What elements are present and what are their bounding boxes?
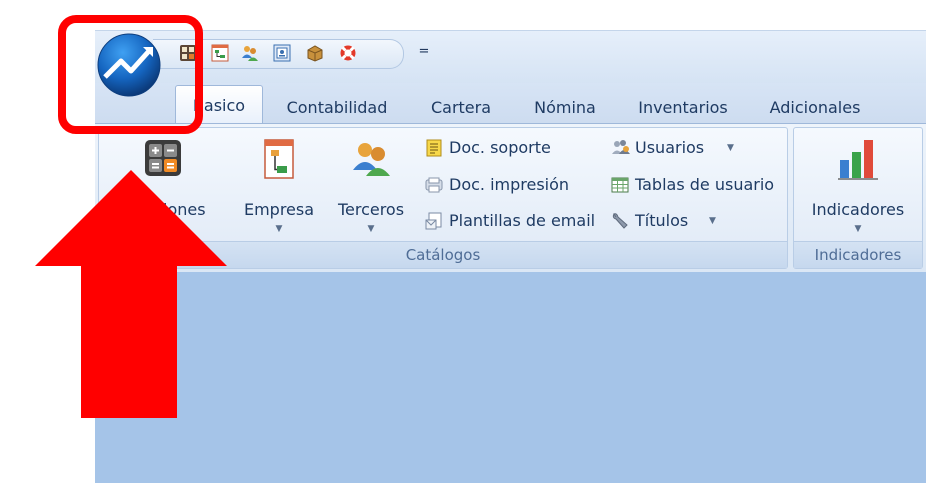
package-icon[interactable]: [306, 44, 324, 62]
email-template-icon: [425, 212, 443, 230]
customize-qat-button[interactable]: =: [418, 43, 430, 61]
tablas-usuario-button[interactable]: Tablas de usuario: [611, 173, 783, 197]
indicadores-label: Indicadores: [811, 200, 905, 219]
org-chart-icon: [259, 138, 299, 179]
users-icon[interactable]: [241, 44, 259, 62]
usuarios-button[interactable]: Usuarios ▼: [611, 136, 781, 160]
wrench-icon: [611, 212, 629, 230]
terceros-label: Terceros: [337, 200, 405, 219]
screenshot-stage: = Basico Contabilidad Cartera Nómina Inv…: [0, 0, 926, 483]
terceros-button[interactable]: Terceros ▼: [331, 134, 411, 239]
indicadores-dropdown-arrow: ▼: [854, 224, 862, 234]
usuarios-label: Usuarios: [635, 138, 705, 157]
tab-contabilidad[interactable]: Contabilidad: [275, 93, 399, 123]
lifebuoy-icon[interactable]: [339, 44, 357, 62]
terceros-dropdown-arrow: ▼: [367, 224, 375, 234]
ribbon-tab-strip: Basico Contabilidad Cartera Nómina Inven…: [95, 83, 926, 124]
bar-chart-icon: [838, 138, 878, 180]
highlight-box: [58, 15, 203, 134]
plantillas-email-label: Plantillas de email: [449, 211, 596, 230]
tab-nomina[interactable]: Nómina: [523, 93, 607, 123]
doc-soporte-button[interactable]: Doc. soporte: [425, 136, 605, 160]
document-icon[interactable]: [273, 44, 291, 62]
indicadores-button[interactable]: Indicadores ▼: [794, 134, 922, 239]
tab-cartera[interactable]: Cartera: [423, 93, 499, 123]
doc-soporte-label: Doc. soporte: [449, 138, 551, 157]
titulos-dropdown-arrow[interactable]: ▼: [709, 209, 716, 233]
printer-doc-icon: [425, 176, 443, 194]
red-up-arrow-icon: [35, 170, 227, 418]
empresa-button[interactable]: Empresa ▼: [239, 134, 319, 239]
doc-impresion-label: Doc. impresión: [449, 175, 570, 194]
title-bar: =: [95, 30, 926, 84]
table-icon: [611, 176, 629, 194]
document-icon: [425, 139, 443, 157]
org-chart-icon[interactable]: [211, 44, 229, 62]
titulos-button[interactable]: Títulos ▼: [611, 209, 781, 233]
empresa-label: Empresa: [243, 200, 315, 219]
tab-adicionales[interactable]: Adicionales: [759, 93, 871, 123]
tablas-usuario-label: Tablas de usuario: [635, 175, 775, 194]
users-icon: [351, 138, 391, 178]
tab-inventarios[interactable]: Inventarios: [627, 93, 739, 123]
doc-impresion-button[interactable]: Doc. impresión: [425, 173, 605, 197]
group-indicadores: Indicadores ▼ Indicadores: [793, 127, 923, 269]
titulos-label: Títulos: [635, 211, 689, 230]
usuarios-dropdown-arrow[interactable]: ▼: [727, 136, 734, 160]
users-group-icon: [611, 139, 630, 157]
plantillas-email-button[interactable]: Plantillas de email: [425, 209, 605, 233]
empresa-dropdown-arrow: ▼: [275, 224, 283, 234]
group-indicadores-caption: Indicadores: [794, 241, 922, 268]
